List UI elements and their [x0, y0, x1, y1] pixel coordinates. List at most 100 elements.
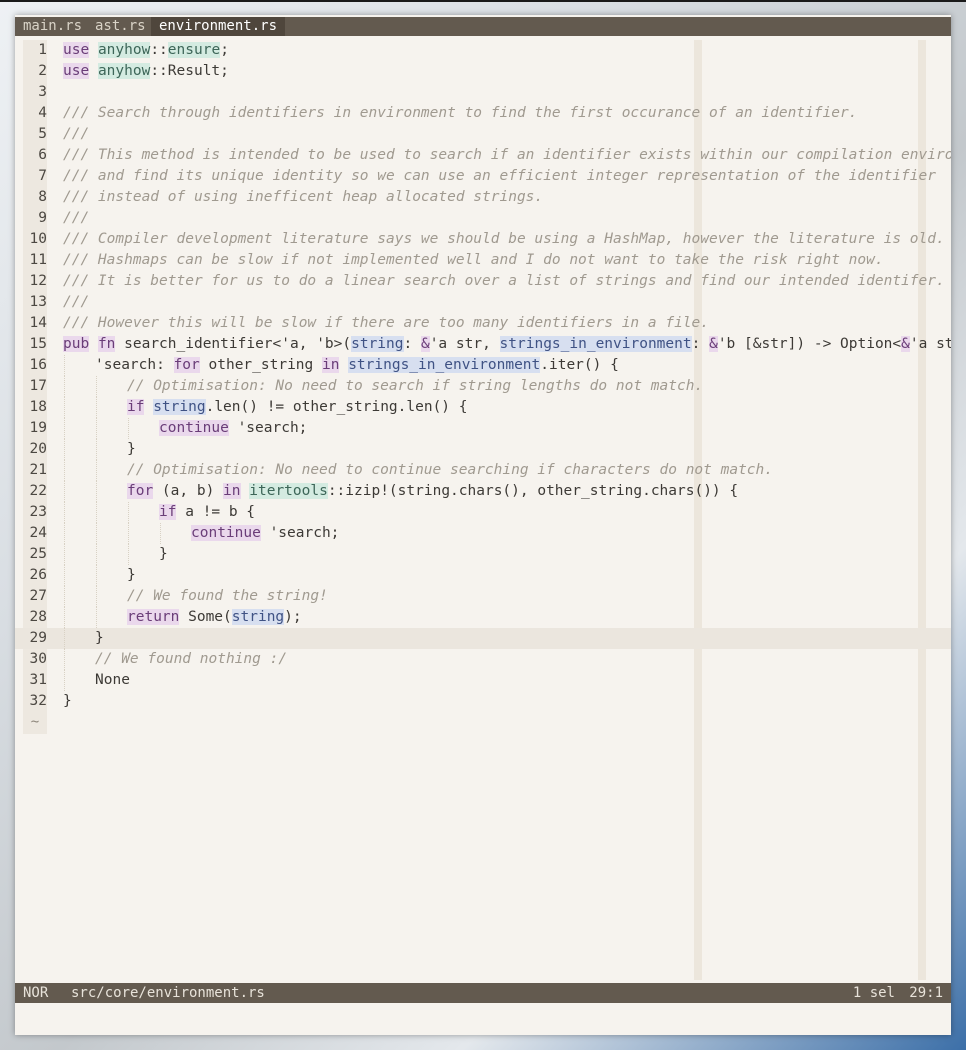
code-token: pub — [63, 336, 90, 352]
code-token: if — [159, 504, 177, 520]
code-token: in — [322, 357, 340, 373]
line-number: 24 — [29, 525, 47, 541]
code-token: } — [63, 693, 72, 709]
indent-guide — [96, 523, 97, 544]
indent-guide — [96, 439, 97, 460]
code-text: /// and find its unique identity so we c… — [63, 166, 936, 187]
buffer-tab-bar: main.rs ast.rs environment.rs — [15, 17, 951, 36]
line-number: 3 — [38, 84, 47, 100]
code-line[interactable]: 25} — [15, 544, 951, 565]
line-number: 20 — [29, 441, 47, 457]
code-line[interactable]: 5 /// — [15, 124, 951, 145]
indent-guide — [96, 544, 97, 565]
line-number: 8 — [38, 189, 47, 205]
code-line[interactable]: 2 use anyhow::Result; — [15, 61, 951, 82]
line-number: 30 — [29, 651, 47, 667]
code-text: if string.len() != other_string.len() { — [127, 397, 468, 418]
code-line[interactable]: 22 for (a, b) in itertools::izip!(string.… — [15, 481, 951, 502]
code-token: 'search: — [95, 357, 174, 373]
indent-guide — [64, 481, 65, 502]
code-line[interactable]: 32} — [15, 691, 951, 712]
code-token: other_string — [199, 357, 322, 373]
code-text: // We found nothing :/ — [95, 649, 287, 670]
code-comment: // Optimisation: No need to search if st… — [127, 378, 704, 394]
code-text: continue 'search; — [191, 523, 339, 544]
line-number: 25 — [29, 546, 47, 562]
code-token: 'search; — [260, 525, 340, 541]
line-number: 18 — [29, 399, 47, 415]
indent-guide — [96, 376, 97, 397]
tab-main-rs[interactable]: main.rs — [15, 17, 90, 36]
line-number: 10 — [29, 231, 47, 247]
line-number: 23 — [29, 504, 47, 520]
code-line[interactable]: 29} — [15, 628, 951, 649]
code-line[interactable]: 11 /// Hashmaps can be slow if not implem… — [15, 250, 951, 271]
code-line[interactable]: 21 // Optimisation: No need to continue s… — [15, 460, 951, 481]
code-token: 'b [&str]) -> Option< — [717, 336, 902, 352]
empty-line-marker: ~ — [23, 712, 47, 733]
tab-environment-rs[interactable]: environment.rs — [151, 17, 286, 36]
code-comment: // We found the string! — [127, 588, 328, 604]
code-comment: /// instead of using inefficent heap all… — [63, 189, 544, 205]
code-line[interactable]: 4 /// Search through identifiers in envir… — [15, 103, 951, 124]
code-token: ); — [284, 609, 302, 625]
code-text: None — [95, 670, 130, 691]
code-line[interactable]: 23 if a != b { — [15, 502, 951, 523]
code-line[interactable]: 15 pub fn search_identifier<'a, 'b>(strin… — [15, 334, 951, 355]
indent-guide — [96, 397, 97, 418]
code-token: } — [127, 567, 136, 583]
code-text: /// Hashmaps can be slow if not implemen… — [63, 250, 884, 271]
code-line[interactable]: 17 // Optimisation: No need to search if … — [15, 376, 951, 397]
line-number: 28 — [29, 609, 47, 625]
code-line[interactable]: 20} — [15, 439, 951, 460]
code-token: if — [127, 399, 145, 415]
code-line[interactable]: 9 /// — [15, 208, 951, 229]
code-line[interactable]: 6 /// This method is intended to be used … — [15, 145, 951, 166]
code-token: search_identifier<'a, 'b>( — [115, 336, 352, 352]
code-token: (a, b) — [153, 483, 224, 499]
code-line[interactable]: 26} — [15, 565, 951, 586]
code-line[interactable]: 8 /// instead of using inefficent heap al… — [15, 187, 951, 208]
line-number: 12 — [29, 273, 47, 289]
code-token: continue — [191, 525, 261, 541]
code-editor[interactable]: 1 use anyhow::ensure; 2 use anyhow::Result;… — [15, 40, 951, 980]
code-token: Some( — [179, 609, 232, 625]
code-line[interactable]: 10 /// Compiler development literature sa… — [15, 229, 951, 250]
indent-guide — [96, 502, 97, 523]
code-line[interactable]: 30 // We found nothing :/ — [15, 649, 951, 670]
code-token: ::izip!(string.chars(), other_string.cha… — [327, 483, 739, 499]
tab-ast-rs[interactable]: ast.rs — [87, 17, 154, 36]
code-line[interactable]: 12 /// It is better for us to do a linear… — [15, 271, 951, 292]
code-line[interactable]: 18 if string.len() != other_string.len() … — [15, 397, 951, 418]
code-line[interactable]: 19 continue 'search; — [15, 418, 951, 439]
code-token: ensure — [167, 42, 221, 58]
indent-guide — [64, 649, 65, 670]
line-number: 32 — [29, 693, 47, 709]
code-line[interactable]: 27 // We found the string! — [15, 586, 951, 607]
command-line[interactable] — [15, 1003, 951, 1025]
code-text: } — [127, 565, 136, 586]
code-token: return — [127, 609, 180, 625]
line-number: 15 — [29, 336, 47, 352]
cursor-position: 29:1 — [909, 985, 943, 1001]
code-comment: /// Search through identifiers in enviro… — [63, 105, 858, 121]
code-token: use — [63, 63, 90, 79]
code-text: /// Compiler development literature says… — [63, 229, 945, 250]
indent-guide — [64, 376, 65, 397]
code-line[interactable]: 24 continue 'search; — [15, 523, 951, 544]
code-line[interactable]: 28 return Some(string); — [15, 607, 951, 628]
code-text: // Optimisation: No need to continue sea… — [127, 460, 773, 481]
code-line[interactable]: 16 'search: for other_string in strings_i… — [15, 355, 951, 376]
code-line[interactable]: 13 /// — [15, 292, 951, 313]
code-line[interactable]: 14 /// However this will be slow if there… — [15, 313, 951, 334]
code-text: 'search: for other_string in strings_in_… — [95, 355, 619, 376]
code-text: /// — [63, 208, 89, 229]
code-line[interactable]: 3 — [15, 82, 951, 103]
code-line[interactable]: 31 None — [15, 670, 951, 691]
code-text: pub fn search_identifier<'a, 'b>(string:… — [63, 334, 951, 355]
code-token: : — [691, 336, 710, 352]
code-line[interactable]: 1 use anyhow::ensure; — [15, 40, 951, 61]
code-line[interactable]: 7 /// and find its unique identity so we … — [15, 166, 951, 187]
